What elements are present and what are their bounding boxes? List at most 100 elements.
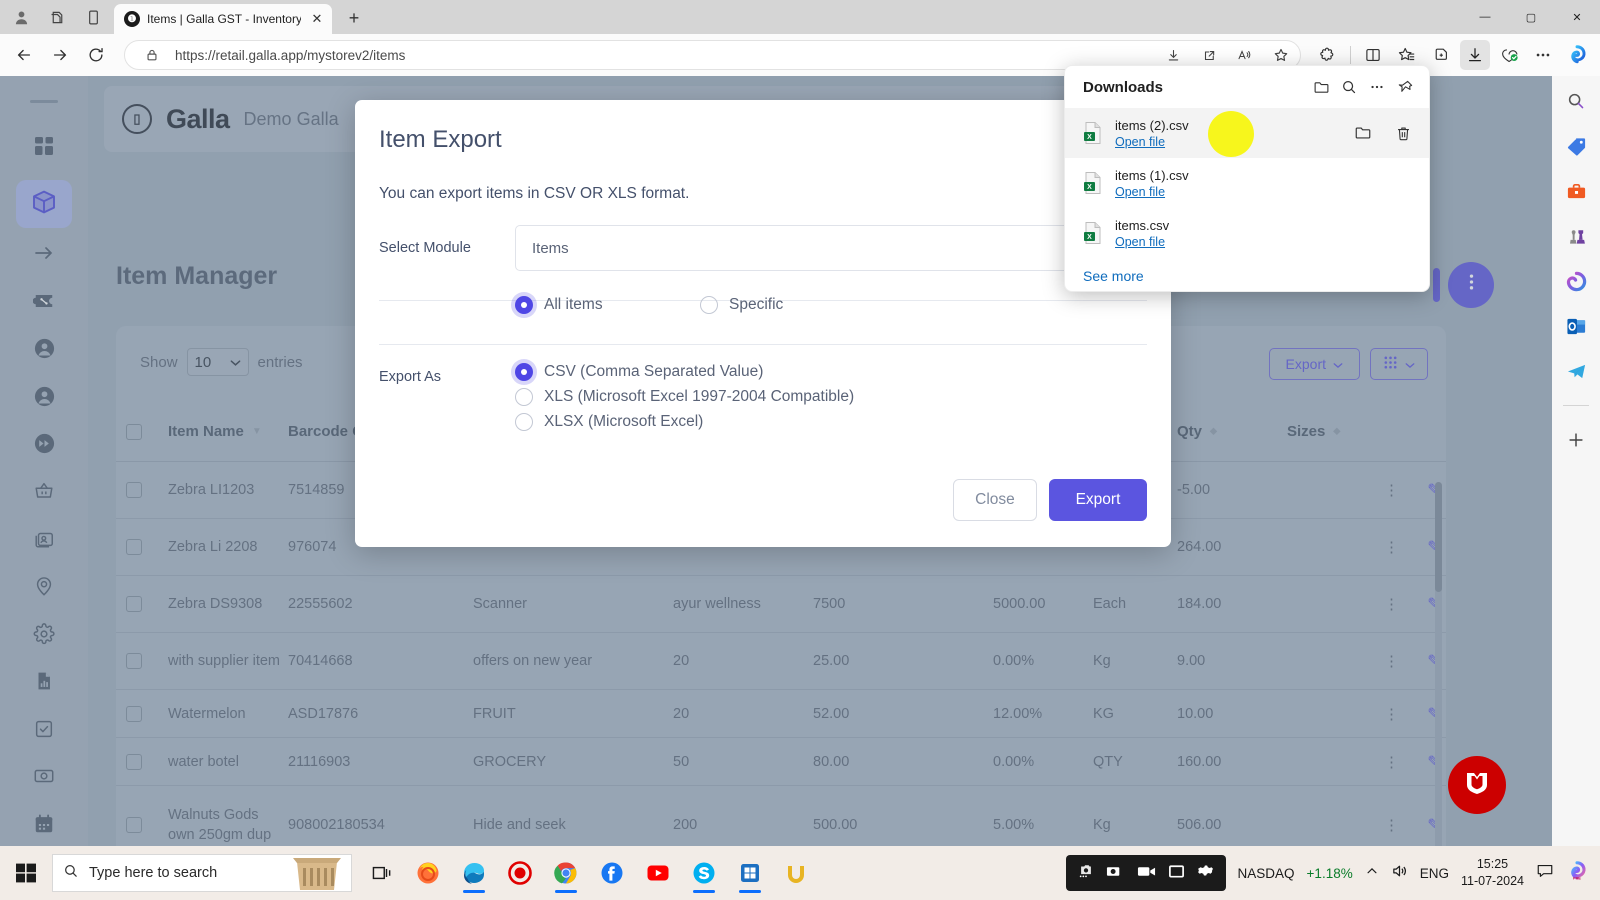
- sidebar-item-calendar[interactable]: [18, 806, 70, 846]
- settings-icon[interactable]: [1197, 862, 1214, 884]
- recorder-icon[interactable]: [500, 851, 540, 895]
- sidebar-item-orders[interactable]: [18, 474, 70, 514]
- stock-label[interactable]: NASDAQ: [1238, 866, 1295, 881]
- table-scrollbar[interactable]: [1435, 482, 1442, 846]
- row-checkbox[interactable]: [126, 753, 142, 770]
- shopping-tag-icon[interactable]: [1563, 133, 1589, 159]
- row-menu-icon[interactable]: ⋮: [1372, 652, 1412, 670]
- maximize-button[interactable]: ▢: [1508, 0, 1554, 34]
- minimize-button[interactable]: —: [1462, 0, 1508, 34]
- quick-actions-button[interactable]: [1448, 262, 1494, 308]
- table-row[interactable]: with supplier item 70414668 offers on ne…: [116, 633, 1446, 690]
- recorder-toolbar[interactable]: [1065, 855, 1226, 891]
- copilot-icon[interactable]: PRE: [1566, 860, 1588, 887]
- edit-icon[interactable]: ✎: [1412, 752, 1456, 772]
- skype-icon[interactable]: [684, 851, 724, 895]
- edge-icon[interactable]: [454, 851, 494, 895]
- sidebar-item-fast-forward[interactable]: [18, 426, 70, 466]
- forward-icon[interactable]: [44, 39, 76, 71]
- sidebar-item-offers[interactable]: [18, 284, 70, 324]
- search-icon[interactable]: [1563, 88, 1589, 114]
- close-button[interactable]: Close: [953, 479, 1037, 521]
- download-item[interactable]: X items (1).csv Open file: [1065, 158, 1429, 208]
- row-menu-icon[interactable]: ⋮: [1372, 753, 1412, 771]
- table-row[interactable]: Walnuts Gods own 250gm dup 908002180534 …: [116, 786, 1446, 846]
- row-checkbox[interactable]: [126, 482, 142, 498]
- edit-icon[interactable]: ✎: [1412, 651, 1456, 671]
- sidebar-item-items[interactable]: [16, 180, 72, 229]
- video-icon[interactable]: [1137, 863, 1156, 884]
- clock[interactable]: 15:25 11-07-2024: [1461, 856, 1524, 890]
- taskbar-search[interactable]: Type here to search: [52, 854, 352, 892]
- profile-icon[interactable]: [10, 6, 32, 28]
- browser-essentials-icon[interactable]: [1494, 40, 1524, 70]
- edit-icon[interactable]: ✎: [1412, 815, 1456, 835]
- browser-tab[interactable]: ❶ Items | Galla GST - Inventory Soft ✕: [114, 4, 332, 34]
- radio-all-items[interactable]: [515, 296, 533, 314]
- edit-icon[interactable]: ✎: [1412, 704, 1456, 724]
- row-checkbox[interactable]: [126, 539, 142, 555]
- refresh-icon[interactable]: [80, 39, 112, 71]
- sidebar-item-customers[interactable]: [18, 331, 70, 371]
- telegram-icon[interactable]: [1563, 358, 1589, 384]
- microsoft-store-icon[interactable]: [730, 851, 770, 895]
- export-submit-button[interactable]: Export: [1049, 479, 1147, 521]
- column-chooser-button[interactable]: [1370, 348, 1428, 380]
- language-indicator[interactable]: ENG: [1420, 866, 1449, 881]
- volume-icon[interactable]: [1391, 863, 1408, 884]
- chrome-icon[interactable]: [546, 851, 586, 895]
- row-menu-icon[interactable]: ⋮: [1372, 705, 1412, 723]
- sidebar-item-transfer[interactable]: [18, 236, 70, 276]
- back-icon[interactable]: [8, 39, 40, 71]
- radio-specific[interactable]: [700, 296, 718, 314]
- edit-icon[interactable]: ✎: [1412, 594, 1456, 614]
- app-icon[interactable]: [776, 851, 816, 895]
- downloads-icon[interactable]: [1460, 40, 1490, 70]
- table-row[interactable]: Zebra DS9308 22555602 Scanner ayur welln…: [116, 576, 1446, 633]
- table-row[interactable]: water botel 21116903 GROCERY 50 80.00 0.…: [116, 738, 1446, 786]
- add-collection-icon[interactable]: [1426, 40, 1456, 70]
- youtube-icon[interactable]: [638, 851, 678, 895]
- settings-more-icon[interactable]: [1528, 40, 1558, 70]
- task-view-icon[interactable]: [362, 851, 402, 895]
- facebook-icon[interactable]: [592, 851, 632, 895]
- edit-icon[interactable]: ✎: [1412, 480, 1456, 500]
- radio-csv[interactable]: [515, 363, 533, 381]
- row-menu-icon[interactable]: ⋮: [1372, 538, 1412, 556]
- show-in-folder-icon[interactable]: [1349, 119, 1377, 147]
- format-xls-option[interactable]: XLS (Microsoft Excel 1997-2004 Compatibl…: [515, 388, 854, 406]
- tab-actions-icon[interactable]: [82, 6, 104, 28]
- column-header-item-name[interactable]: Item Name ▼: [168, 422, 288, 441]
- screenshot-icon[interactable]: [1078, 863, 1094, 884]
- more-options-icon[interactable]: [1363, 73, 1391, 101]
- sidebar-item-locations[interactable]: [18, 569, 70, 609]
- microsoft365-icon[interactable]: [1563, 268, 1589, 294]
- see-more-link[interactable]: See more: [1065, 258, 1429, 284]
- close-window-button[interactable]: ✕: [1554, 0, 1600, 34]
- open-file-link[interactable]: Open file: [1115, 184, 1417, 200]
- open-file-link[interactable]: Open file: [1115, 234, 1417, 250]
- format-csv-option[interactable]: CSV (Comma Separated Value): [515, 363, 763, 381]
- row-menu-icon[interactable]: ⋮: [1372, 481, 1412, 499]
- add-sidebar-icon[interactable]: [1563, 427, 1589, 453]
- sidebar-item-payments[interactable]: [18, 759, 70, 799]
- scrollbar-thumb[interactable]: [1435, 482, 1442, 592]
- format-xlsx-option[interactable]: XLSX (Microsoft Excel): [515, 413, 703, 431]
- radio-xls[interactable]: [515, 388, 533, 406]
- notification-icon[interactable]: [1536, 862, 1554, 884]
- sidebar-collapse-handle[interactable]: [30, 100, 58, 103]
- close-tab-icon[interactable]: ✕: [308, 10, 326, 28]
- pin-icon[interactable]: [1391, 73, 1419, 101]
- sidebar-item-contacts[interactable]: [18, 521, 70, 561]
- row-menu-icon[interactable]: ⋮: [1372, 816, 1412, 834]
- window-icon[interactable]: [1168, 863, 1185, 884]
- open-folder-icon[interactable]: [1307, 73, 1335, 101]
- row-checkbox[interactable]: [126, 596, 142, 612]
- row-checkbox[interactable]: [126, 705, 142, 722]
- table-row[interactable]: Watermelon ASD17876 FRUIT 20 52.00 12.00…: [116, 690, 1446, 738]
- sidebar-item-settings[interactable]: [18, 616, 70, 656]
- camera-icon[interactable]: [1106, 863, 1125, 884]
- delete-icon[interactable]: [1389, 119, 1417, 147]
- firefox-icon[interactable]: [408, 851, 448, 895]
- help-button[interactable]: [1448, 756, 1506, 814]
